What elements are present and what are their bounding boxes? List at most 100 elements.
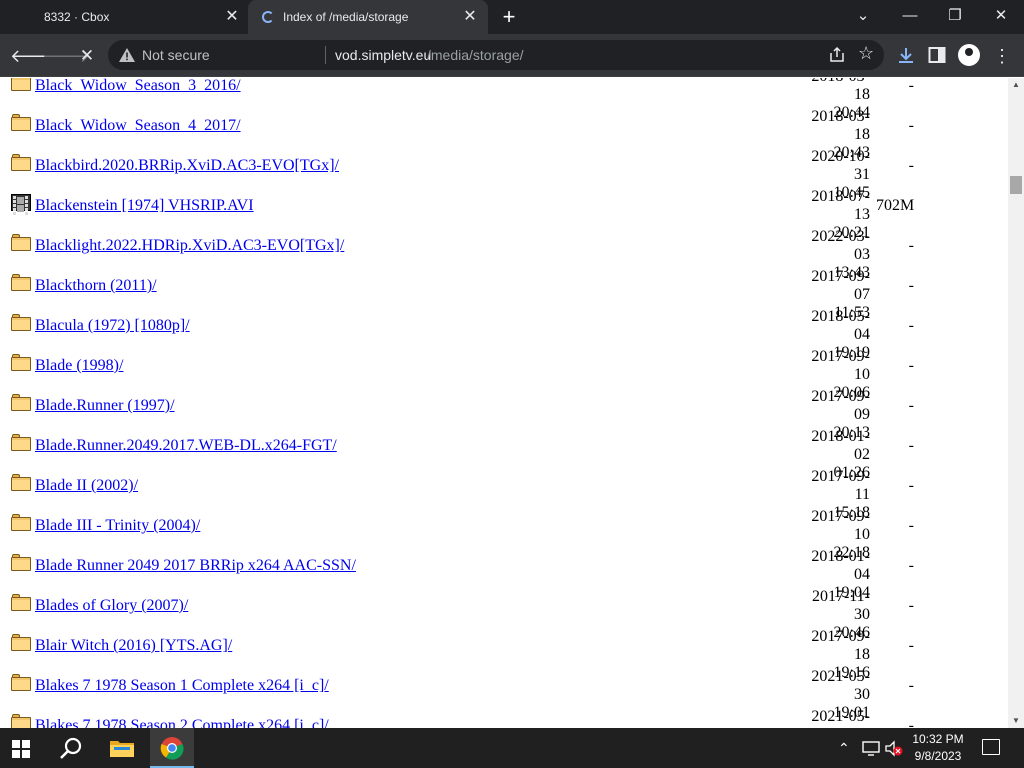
- listing-row: Blade III - Trinity (2004)/ 2017-09-10 2…: [0, 506, 1008, 561]
- folder-icon: [11, 714, 31, 728]
- folder-icon: [11, 674, 31, 691]
- system-clock[interactable]: 10:32 PM 9/8/2023: [905, 731, 971, 765]
- bookmark-star-icon[interactable]: ☆: [858, 43, 874, 64]
- notifications-icon[interactable]: [982, 739, 1000, 755]
- address-bar[interactable]: Not secure vod.simpletv.eu /media/storag…: [108, 40, 884, 70]
- tab-cbox[interactable]: 8332 · Cbox ✕: [0, 0, 246, 34]
- tab-title: 8332 · Cbox: [44, 10, 110, 24]
- folder-icon: [11, 354, 31, 371]
- entry-size: -: [908, 597, 914, 614]
- tab-index-media-storage[interactable]: Index of /media/storage ✕: [248, 0, 488, 34]
- entry-modified: 2021-05-29 15:04: [796, 708, 870, 728]
- listing-row: Blacklight.2022.HDRip.XviD.AC3-EVO[TGx]/…: [0, 226, 1008, 281]
- entry-link[interactable]: Blackthorn (2011)/: [35, 277, 157, 295]
- stop-loading-button[interactable]: ✕: [75, 44, 99, 68]
- folder-icon: [11, 114, 31, 131]
- start-icon[interactable]: [12, 740, 30, 758]
- clock-date: 9/8/2023: [914, 749, 962, 763]
- entry-link[interactable]: Blackenstein [1974] VHSRIP.AVI: [35, 197, 254, 215]
- entry-link[interactable]: Blade.Runner.2049.2017.WEB-DL.x264-FGT/: [35, 437, 337, 455]
- entry-date: 2017-09-11: [811, 468, 870, 503]
- entry-link[interactable]: Black_Widow_Season_4_2017/: [35, 117, 241, 135]
- entry-link[interactable]: Blade III - Trinity (2004)/: [35, 517, 200, 535]
- entry-date: 2018-07-13: [811, 188, 870, 223]
- entry-link[interactable]: Blade II (2002)/: [35, 477, 138, 495]
- entry-size: -: [908, 517, 914, 534]
- entry-link[interactable]: Blades of Glory (2007)/: [35, 597, 188, 615]
- folder-icon: [11, 594, 31, 611]
- folder-icon: [11, 514, 31, 531]
- security-label[interactable]: Not secure: [142, 47, 210, 63]
- vertical-scrollbar[interactable]: ▲ ▼: [1008, 78, 1024, 728]
- listing-row: Blackenstein [1974] VHSRIP.AVI 2018-07-1…: [0, 186, 1008, 241]
- restore-button[interactable]: ❐: [943, 5, 967, 27]
- entry-date: 2018-01-04: [811, 548, 870, 583]
- file-explorer-icon[interactable]: [109, 738, 135, 758]
- scroll-thumb[interactable]: [1010, 176, 1022, 194]
- tab-strip: 8332 · Cbox ✕ Index of /media/storage ✕ …: [0, 0, 1024, 34]
- entry-link[interactable]: Blacula (1972) [1080p]/: [35, 317, 190, 335]
- entry-link[interactable]: Black_Widow_Season_3_2016/: [35, 78, 241, 95]
- directory-listing: Black_Widow_Season_3_2016/ 2018-03-18 20…: [0, 78, 1008, 728]
- listing-row: Blade.Runner.2049.2017.WEB-DL.x264-FGT/ …: [0, 426, 1008, 481]
- side-panel-icon[interactable]: [928, 46, 946, 64]
- scroll-down-arrow-icon[interactable]: ▼: [1008, 714, 1024, 728]
- search-icon[interactable]: [58, 736, 84, 762]
- entry-date: 2017-09-10: [811, 348, 870, 383]
- entry-size: -: [908, 117, 914, 134]
- entry-size: -: [908, 557, 914, 574]
- entry-link[interactable]: Blade.Runner (1997)/: [35, 397, 175, 415]
- entry-link[interactable]: Blackbird.2020.BRRip.XviD.AC3-EVO[TGx]/: [35, 157, 339, 175]
- url-path[interactable]: /media/storage/: [427, 47, 524, 63]
- entry-size: -: [908, 717, 914, 728]
- close-window-button[interactable]: ✕: [989, 5, 1013, 27]
- close-icon[interactable]: ✕: [224, 9, 240, 25]
- warning-icon[interactable]: [118, 46, 136, 64]
- entry-date: 2017-09-09: [811, 388, 870, 423]
- minimize-button[interactable]: —: [898, 5, 922, 27]
- folder-icon: [11, 634, 31, 651]
- volume-muted-icon[interactable]: [884, 740, 904, 757]
- listing-row: Black_Widow_Season_3_2016/ 2018-03-18 20…: [0, 78, 1008, 121]
- entry-date: 2021-05-29: [811, 708, 870, 728]
- entry-size: 702M: [876, 197, 915, 214]
- listing-row: Blade (1998)/ 2017-09-10 20:06 -: [0, 346, 1008, 401]
- listing-row: Blades of Glory (2007)/ 2017-11-30 20:46…: [0, 586, 1008, 641]
- entry-link[interactable]: Blakes 7 1978 Season 2 Complete x264 [i_…: [35, 717, 329, 728]
- close-icon[interactable]: ✕: [462, 9, 478, 25]
- folder-icon: [11, 474, 31, 491]
- entry-link[interactable]: Blade Runner 2049 2017 BRRip x264 AAC-SS…: [35, 557, 356, 575]
- entry-size: -: [908, 157, 914, 174]
- share-icon[interactable]: [828, 46, 846, 64]
- entry-date: 2017-09-18: [811, 628, 870, 663]
- entry-date: 2021-05-30: [811, 668, 870, 703]
- chrome-taskbar-button[interactable]: [150, 728, 194, 768]
- entry-link[interactable]: Blakes 7 1978 Season 1 Complete x264 [i_…: [35, 677, 329, 695]
- tray-chevron-up-icon[interactable]: ⌃: [838, 740, 850, 756]
- tab-title: Index of /media/storage: [283, 10, 409, 24]
- entry-size: -: [908, 277, 914, 294]
- tab-search-chevron-icon[interactable]: ⌄: [851, 5, 875, 27]
- folder-icon: [11, 434, 31, 451]
- clock-time: 10:32 PM: [912, 732, 964, 746]
- entry-link[interactable]: Blade (1998)/: [35, 357, 123, 375]
- forward-button[interactable]: 🡒: [42, 44, 90, 68]
- new-tab-button[interactable]: +: [498, 6, 520, 29]
- url-host[interactable]: vod.simpletv.eu: [335, 47, 431, 63]
- movie-file-icon: [11, 194, 31, 215]
- network-icon[interactable]: [862, 741, 880, 756]
- chrome-icon: [160, 737, 184, 760]
- entry-link[interactable]: Blacklight.2022.HDRip.XviD.AC3-EVO[TGx]/: [35, 237, 344, 255]
- scroll-up-arrow-icon[interactable]: ▲: [1008, 78, 1024, 92]
- listing-row: Blackbird.2020.BRRip.XviD.AC3-EVO[TGx]/ …: [0, 146, 1008, 201]
- entry-size: -: [908, 237, 914, 254]
- windows-taskbar: ⌃ 10:32 PM 9/8/2023: [0, 728, 1024, 768]
- entry-link[interactable]: Blair Witch (2016) [YTS.AG]/: [35, 637, 232, 655]
- menu-kebab-icon[interactable]: ⋮: [990, 44, 1014, 68]
- entry-date: 2018-03-18: [811, 108, 870, 143]
- profile-avatar[interactable]: [958, 44, 980, 66]
- entry-size: -: [908, 637, 914, 654]
- listing-row: Blair Witch (2016) [YTS.AG]/ 2017-09-18 …: [0, 626, 1008, 681]
- back-button[interactable]: 🡐: [10, 44, 58, 68]
- download-icon[interactable]: [896, 46, 916, 66]
